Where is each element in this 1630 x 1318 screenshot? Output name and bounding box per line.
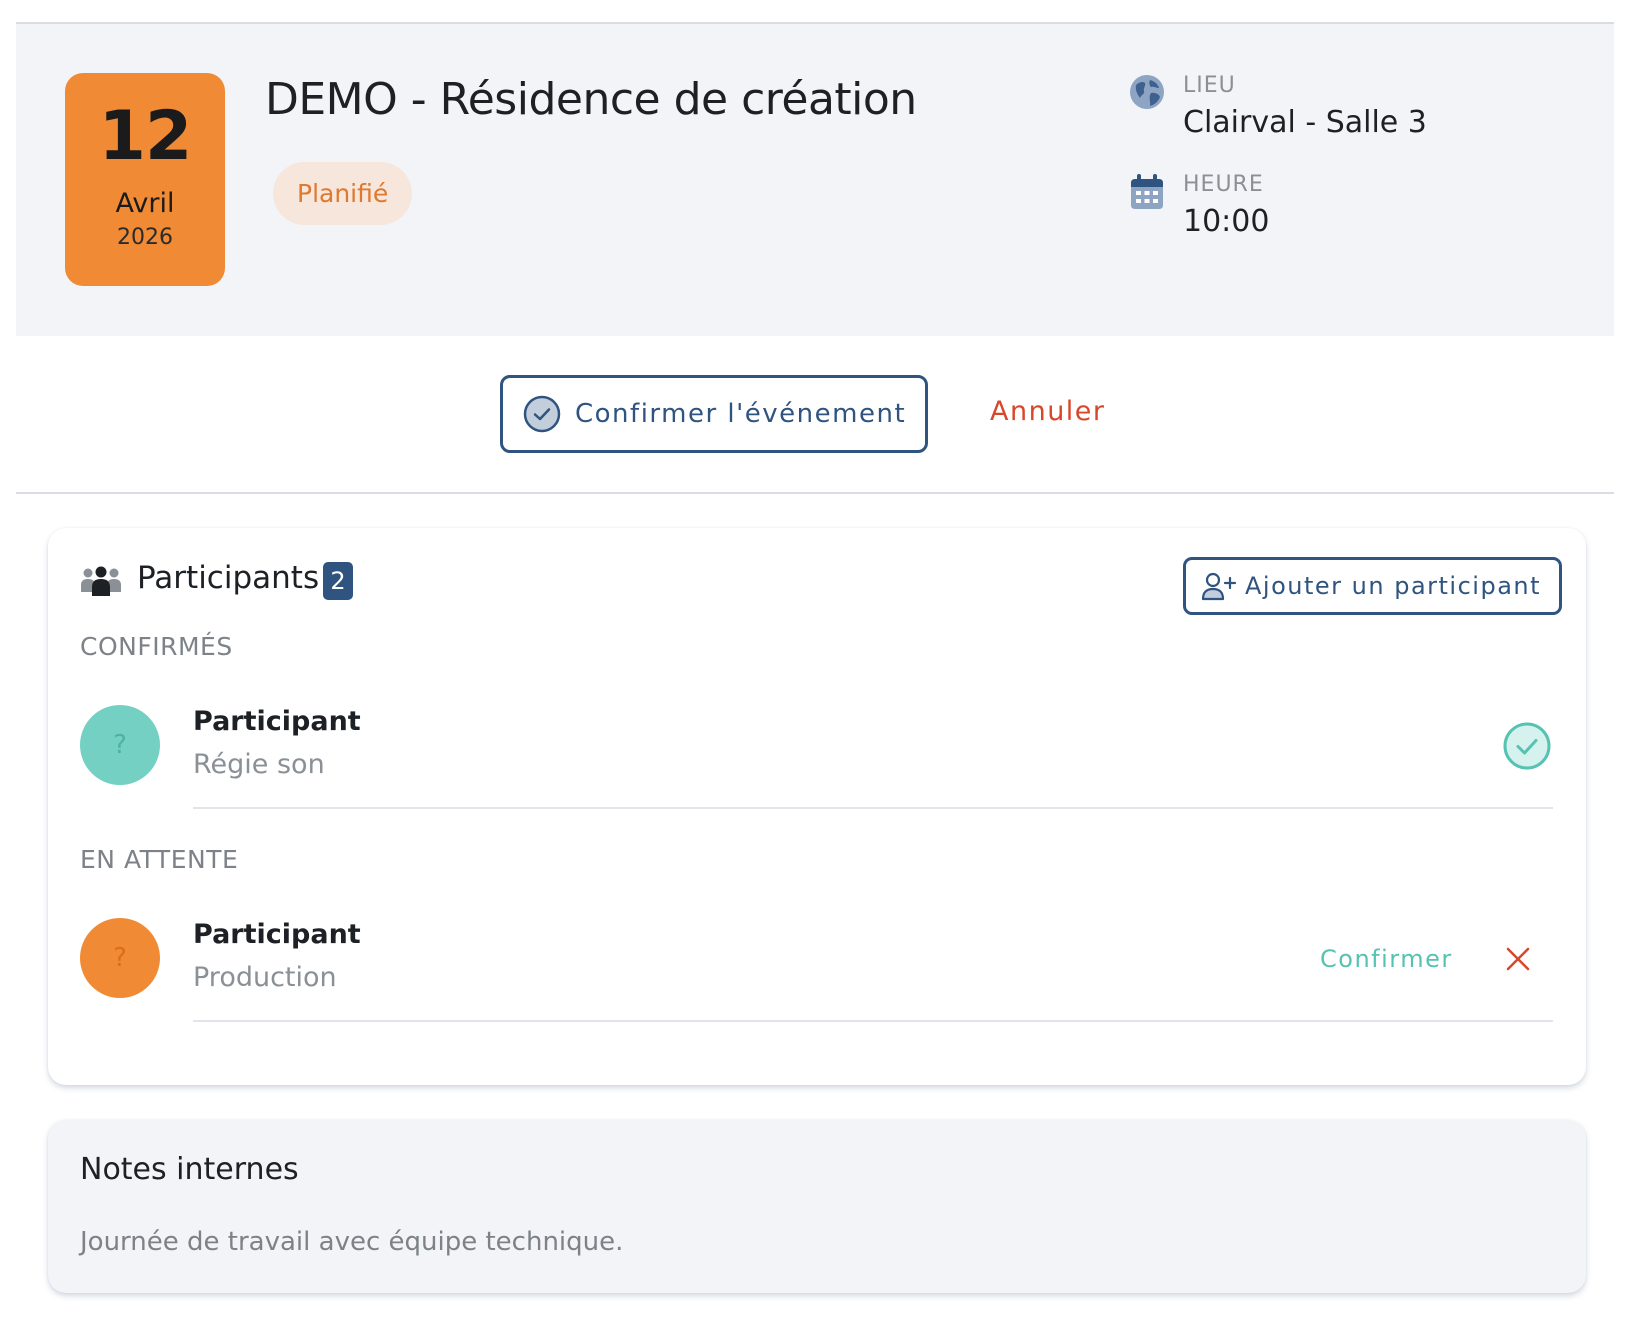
pending-section-label: EN ATTENTE (80, 845, 239, 874)
participant-role: Régie son (193, 749, 325, 780)
participant-name: Participant (193, 706, 361, 737)
confirmed-section-label: CONFIRMÉS (80, 632, 233, 661)
confirmed-check-icon (1503, 722, 1551, 770)
time-value: 10:00 (1183, 204, 1270, 239)
avatar: ? (80, 705, 160, 785)
calendar-icon (1131, 174, 1163, 209)
notes-card (48, 1120, 1586, 1293)
confirm-event-label: Confirmer l'événement (575, 399, 907, 429)
users-icon (81, 566, 121, 596)
row-divider (193, 1020, 1553, 1022)
participants-title: Participants (137, 560, 320, 596)
notes-title: Notes internes (80, 1152, 299, 1187)
location-value: Clairval - Salle 3 (1183, 105, 1427, 140)
confirm-event-button[interactable]: Confirmer l'événement (500, 375, 928, 453)
user-plus-icon (1201, 572, 1237, 601)
confirm-participant-button[interactable]: Confirmer (1320, 945, 1453, 973)
cancel-button[interactable]: Annuler (990, 396, 1106, 427)
add-participant-label: Ajouter un participant (1245, 572, 1542, 600)
participants-count-badge: 2 (323, 562, 353, 600)
date-day: 12 (98, 97, 193, 176)
participant-name: Participant (193, 919, 361, 950)
event-title: DEMO - Résidence de création (265, 74, 917, 125)
event-header (16, 24, 1614, 336)
notes-text: Journée de travail avec équipe technique… (80, 1227, 624, 1257)
avatar: ? (80, 918, 160, 998)
section-divider (16, 492, 1614, 494)
row-divider (193, 807, 1553, 809)
status-badge: Planifié (273, 162, 413, 225)
date-badge: 12 Avril 2026 (65, 73, 225, 286)
add-participant-button[interactable]: Ajouter un participant (1183, 557, 1562, 615)
check-circle-icon (523, 395, 561, 433)
close-icon[interactable] (1505, 946, 1531, 972)
time-label: HEURE (1183, 172, 1264, 197)
date-year: 2026 (117, 225, 173, 250)
location-label: LIEU (1183, 73, 1236, 98)
date-month: Avril (115, 188, 175, 219)
globe-icon (1130, 75, 1164, 109)
participant-role: Production (193, 962, 337, 993)
